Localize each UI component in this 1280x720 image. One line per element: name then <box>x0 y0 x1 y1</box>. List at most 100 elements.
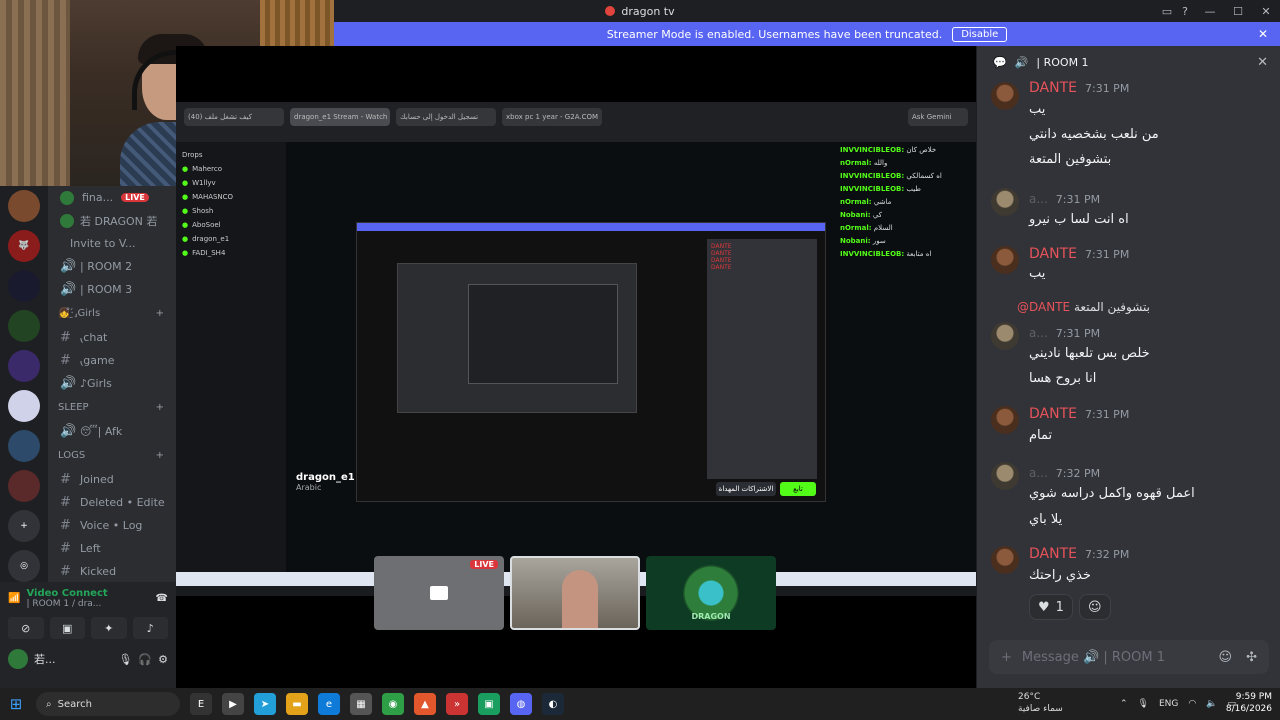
gear-icon[interactable]: ⚙ <box>158 653 168 666</box>
camera-off-button[interactable]: ⊘ <box>8 617 44 639</box>
epic-games-icon[interactable]: E <box>190 693 212 715</box>
voice-channel-afk[interactable]: 🔊 😴| Afk <box>48 420 176 443</box>
app-icon[interactable]: ▣ <box>478 693 500 715</box>
brave-icon[interactable]: ▲ <box>414 693 436 715</box>
avatar[interactable] <box>991 462 1019 490</box>
avatar[interactable] <box>8 649 28 669</box>
message-author[interactable]: a... 7:31 PM <box>1029 192 1100 206</box>
message-author[interactable]: a... 7:32 PM <box>1029 466 1100 480</box>
steam-icon[interactable]: ◐ <box>542 693 564 715</box>
minimize-button[interactable]: — <box>1196 0 1224 22</box>
text-channel[interactable]: # ⹛game <box>48 349 176 372</box>
maximize-button[interactable]: ☐ <box>1224 0 1252 22</box>
close-chat-icon[interactable]: ✕ <box>1257 55 1268 70</box>
voice-channel[interactable]: 🔊 ♪Girls <box>48 372 176 395</box>
text-channel[interactable]: # ⹛chat <box>48 326 176 349</box>
server-icon[interactable] <box>8 270 40 302</box>
taskbar-clock[interactable]: 9:59 PM 8/16/2026 <box>1226 691 1272 715</box>
server-icon[interactable] <box>8 430 40 462</box>
banner-close-icon[interactable]: ✕ <box>1258 27 1268 41</box>
avatar[interactable] <box>991 322 1019 350</box>
weather-widget[interactable]: 26°C سماء صافية <box>1018 691 1063 715</box>
message-input[interactable]: + Message 🔊 | ROOM 1 ☺ ✣ <box>989 640 1269 674</box>
category-logs[interactable]: LOGS + <box>48 443 176 468</box>
add-attachment-icon[interactable]: + <box>1001 650 1012 665</box>
message-author[interactable]: DANTE 7:31 PM <box>1029 80 1129 96</box>
windows-start-icon[interactable]: ⊞ <box>0 688 32 720</box>
disable-button[interactable]: Disable <box>952 26 1008 42</box>
help-icon[interactable]: ? <box>1182 5 1188 18</box>
taskbar-search[interactable]: ⌕ Search <box>36 692 180 716</box>
soundboard-button[interactable]: ♪ <box>132 617 168 639</box>
headphones-icon[interactable]: 🎧 <box>138 653 152 666</box>
screen-share-stream[interactable]: كيف تشغل ملف (40) dragon_e1 Stream - Wat… <box>176 102 976 596</box>
avatar[interactable] <box>991 546 1019 574</box>
invite-to-voice[interactable]: Invite to V... <box>48 232 176 255</box>
voice-channel-room-3[interactable]: 🔊 | ROOM 3 <box>48 278 176 301</box>
add-channel-icon[interactable]: + <box>156 450 164 461</box>
avatar[interactable] <box>991 188 1019 216</box>
telegram-icon[interactable]: ➤ <box>254 693 276 715</box>
speaker-icon: 🔊 <box>1014 55 1029 69</box>
media-player-icon[interactable]: ▶ <box>222 693 244 715</box>
store-icon[interactable]: ▦ <box>350 693 372 715</box>
hash-icon: # <box>60 353 71 368</box>
server-icon[interactable] <box>8 390 40 422</box>
server-icon[interactable] <box>8 470 40 502</box>
hash-icon: # <box>60 472 71 487</box>
emoji-icon[interactable]: ☺ <box>1219 650 1233 665</box>
screen-share-tile[interactable]: LIVE <box>374 556 504 630</box>
message-author[interactable]: DANTE 7:31 PM <box>1029 406 1129 422</box>
username[interactable]: 若... <box>34 651 56 667</box>
chevron-up-icon[interactable]: ⌃ <box>1120 699 1128 709</box>
category-sleep[interactable]: SLEEP + <box>48 395 176 420</box>
close-button[interactable]: ✕ <box>1252 0 1280 22</box>
voice-member[interactable]: 若 DRAGON 若 <box>48 209 176 232</box>
file-explorer-icon[interactable]: ▬ <box>286 693 308 715</box>
voice-text-chat: 💬 🔊 | ROOM 1 ✕ DANTE 7:31 PM يب من نلعب ب… <box>976 46 1280 688</box>
server-icon[interactable]: 🐺 <box>8 230 40 262</box>
server-icon[interactable] <box>8 310 40 342</box>
message-author[interactable]: a... 7:31 PM <box>1029 326 1100 340</box>
avatar-tile[interactable]: DRAGON <box>646 556 776 630</box>
language-indicator[interactable]: ENG <box>1159 699 1178 709</box>
avatar[interactable] <box>991 246 1019 274</box>
reply-preview[interactable]: @DANTE بتشوفين المتعة <box>1017 300 1150 314</box>
discover-icon[interactable]: ◎ <box>8 550 40 582</box>
camera-tile[interactable] <box>510 556 640 630</box>
add-server-icon[interactable]: + <box>8 510 40 542</box>
message-author[interactable]: DANTE 7:32 PM <box>1029 546 1129 562</box>
screen-share-button[interactable]: ▣ <box>49 617 85 639</box>
wifi-icon[interactable]: ◠ <box>1188 699 1196 709</box>
avatar[interactable] <box>991 406 1019 434</box>
live-voice-user[interactable]: fina... LIVE <box>48 186 176 209</box>
apps-icon[interactable]: ✣ <box>1246 650 1257 665</box>
text-channel[interactable]: # Joined <box>48 468 176 491</box>
text-channel[interactable]: # Left <box>48 537 176 560</box>
activities-button[interactable]: ✦ <box>91 617 127 639</box>
message-author[interactable]: DANTE 7:31 PM <box>1029 246 1129 262</box>
microphone-icon[interactable]: 🎙 <box>118 653 132 666</box>
app-icon[interactable]: » <box>446 693 468 715</box>
server-icon[interactable] <box>8 190 40 222</box>
inbox-icon[interactable]: ▭ <box>1162 5 1172 18</box>
server-icon[interactable] <box>8 350 40 382</box>
text-channel[interactable]: # Deleted • Edite <box>48 491 176 514</box>
add-channel-icon[interactable]: + <box>156 308 164 319</box>
add-channel-icon[interactable]: + <box>156 402 164 413</box>
voice-status-channel[interactable]: | ROOM 1 / dra... <box>26 599 107 609</box>
edge-icon[interactable]: e <box>318 693 340 715</box>
add-reaction-button[interactable]: ☺ <box>1078 594 1111 620</box>
voice-channel-room-2[interactable]: 🔊 | ROOM 2 <box>48 255 176 278</box>
disconnect-icon[interactable]: ☎ <box>156 593 168 604</box>
chrome-icon[interactable]: ◉ <box>382 693 404 715</box>
avatar[interactable] <box>991 82 1019 110</box>
heart-reaction[interactable]: ♥ 1 <box>1029 594 1073 620</box>
text-channel[interactable]: # Kicked <box>48 560 176 583</box>
volume-icon[interactable]: 🔈 <box>1206 699 1217 709</box>
discord-icon[interactable]: ◍ <box>510 693 532 715</box>
microphone-icon[interactable]: 🎙 <box>1138 699 1149 709</box>
speaker-icon: 🔊 <box>60 259 77 274</box>
category-girls[interactable]: 👧̊·̱́⸥Girls + <box>48 301 176 326</box>
text-channel[interactable]: # Voice • Log <box>48 514 176 537</box>
